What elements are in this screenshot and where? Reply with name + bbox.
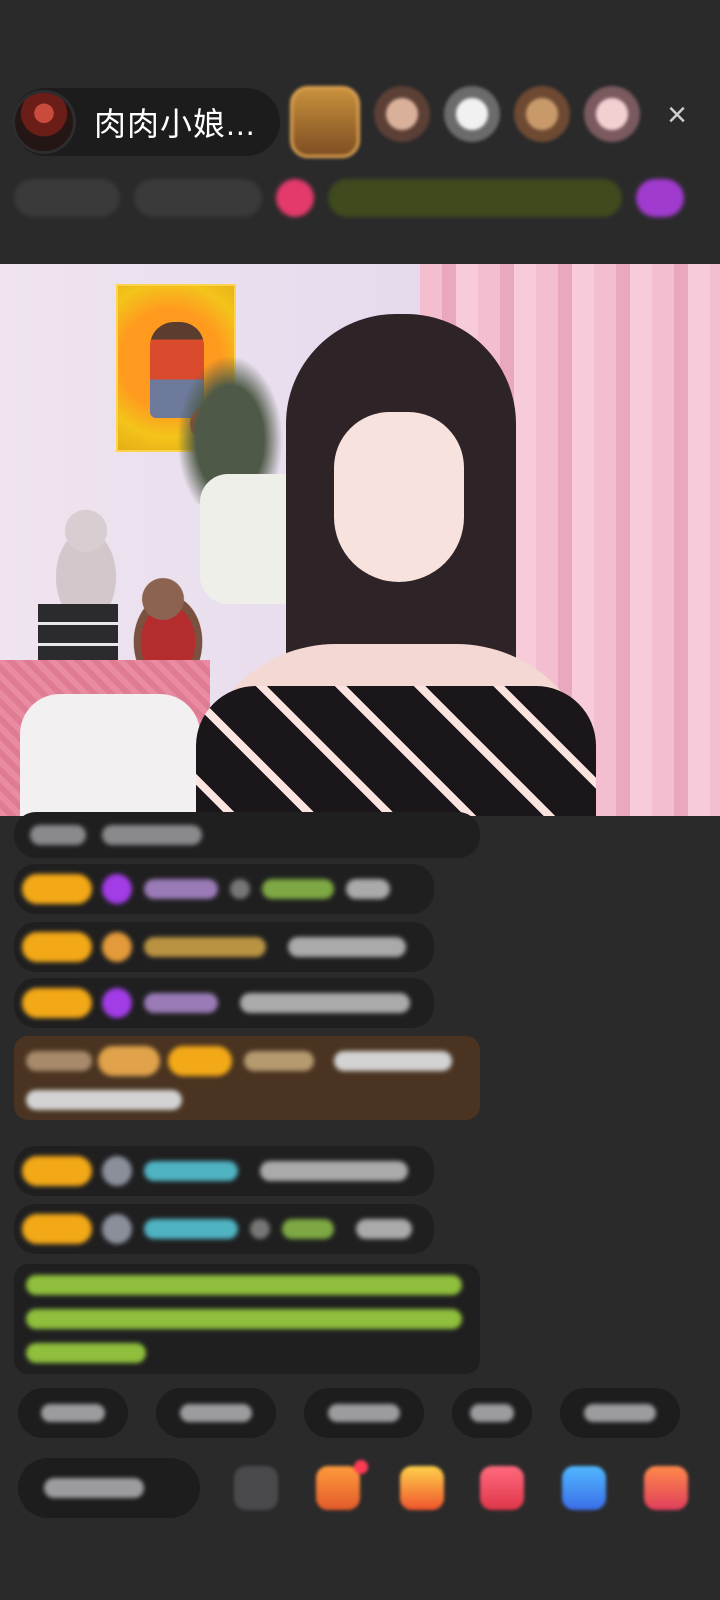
level-badge bbox=[22, 932, 92, 962]
chat-system-notice bbox=[14, 1264, 480, 1374]
viewer-avatar[interactable] bbox=[374, 86, 430, 142]
chat-input[interactable] bbox=[18, 1458, 200, 1518]
viewer-avatar[interactable] bbox=[584, 86, 640, 142]
fan-badge-icon bbox=[102, 1214, 132, 1244]
more-apps-icon[interactable] bbox=[644, 1466, 688, 1510]
video-drawers bbox=[38, 604, 118, 668]
heart-gift-icon[interactable] bbox=[480, 1466, 524, 1510]
badge-chip[interactable] bbox=[276, 179, 314, 217]
level-badge bbox=[22, 988, 92, 1018]
gift-box-icon[interactable] bbox=[316, 1460, 368, 1510]
badge-chip[interactable] bbox=[636, 179, 684, 217]
chat-message bbox=[14, 922, 434, 972]
close-icon[interactable]: × bbox=[654, 92, 700, 138]
chat-text bbox=[250, 1219, 270, 1239]
quick-reply-chip[interactable] bbox=[18, 1388, 128, 1438]
emoji-icon[interactable] bbox=[234, 1466, 278, 1510]
game-icon[interactable] bbox=[562, 1466, 606, 1510]
chat-message bbox=[14, 1146, 434, 1196]
quick-reply-chip[interactable] bbox=[452, 1388, 532, 1438]
chat-username[interactable] bbox=[144, 1219, 238, 1239]
viewer-avatar[interactable] bbox=[514, 86, 570, 142]
chat-message bbox=[14, 864, 434, 914]
quick-reply-row bbox=[18, 1388, 720, 1442]
chat-highlight-message bbox=[14, 1036, 480, 1120]
chat-text bbox=[262, 879, 334, 899]
streamer-top bbox=[196, 686, 596, 816]
rank-ticker[interactable] bbox=[328, 179, 622, 217]
live-video[interactable]: 財 bbox=[0, 264, 720, 816]
chat-text bbox=[260, 1161, 408, 1181]
fan-badge-icon bbox=[102, 1156, 132, 1186]
viewer-avatar[interactable] bbox=[444, 86, 500, 142]
bottom-toolbar bbox=[18, 1458, 720, 1522]
streamer-face bbox=[334, 412, 464, 582]
host-avatar[interactable] bbox=[12, 90, 76, 154]
level-badge bbox=[22, 874, 92, 904]
chat-message bbox=[14, 812, 480, 858]
fan-badge-icon bbox=[102, 988, 132, 1018]
host-info[interactable]: 肉肉小娘... bbox=[12, 88, 280, 156]
badge-chip[interactable] bbox=[134, 179, 262, 217]
chat-text bbox=[240, 993, 410, 1013]
chat-username[interactable] bbox=[144, 937, 266, 957]
chat-text bbox=[356, 1219, 412, 1239]
chat-text bbox=[230, 879, 250, 899]
chat-username[interactable] bbox=[144, 993, 218, 1013]
chat-username[interactable] bbox=[244, 1051, 314, 1071]
quick-reply-chip[interactable] bbox=[560, 1388, 680, 1438]
chat-text bbox=[288, 937, 406, 957]
gift-bag-icon[interactable] bbox=[400, 1466, 444, 1510]
viewer-avatar-list bbox=[290, 86, 640, 158]
video-cushion bbox=[20, 694, 200, 816]
streamer bbox=[196, 314, 596, 816]
chat-text bbox=[346, 879, 390, 899]
quick-reply-chip[interactable] bbox=[156, 1388, 276, 1438]
chat-text bbox=[334, 1051, 452, 1071]
viewer-avatar[interactable] bbox=[290, 86, 360, 158]
chat-message bbox=[14, 978, 434, 1028]
chat-message bbox=[14, 1204, 434, 1254]
chat-text bbox=[26, 1090, 182, 1110]
chat-text bbox=[282, 1219, 334, 1239]
level-badge bbox=[168, 1046, 232, 1076]
chat-username[interactable] bbox=[144, 879, 218, 899]
level-badge bbox=[22, 1156, 92, 1186]
chat-username[interactable] bbox=[144, 1161, 238, 1181]
quick-reply-chip[interactable] bbox=[304, 1388, 424, 1438]
fan-badge-icon bbox=[102, 932, 132, 962]
fan-badge-icon bbox=[102, 874, 132, 904]
badge-row bbox=[14, 170, 704, 226]
level-badge bbox=[22, 1214, 92, 1244]
host-name: 肉肉小娘... bbox=[94, 106, 256, 142]
badge-chip[interactable] bbox=[14, 179, 120, 217]
